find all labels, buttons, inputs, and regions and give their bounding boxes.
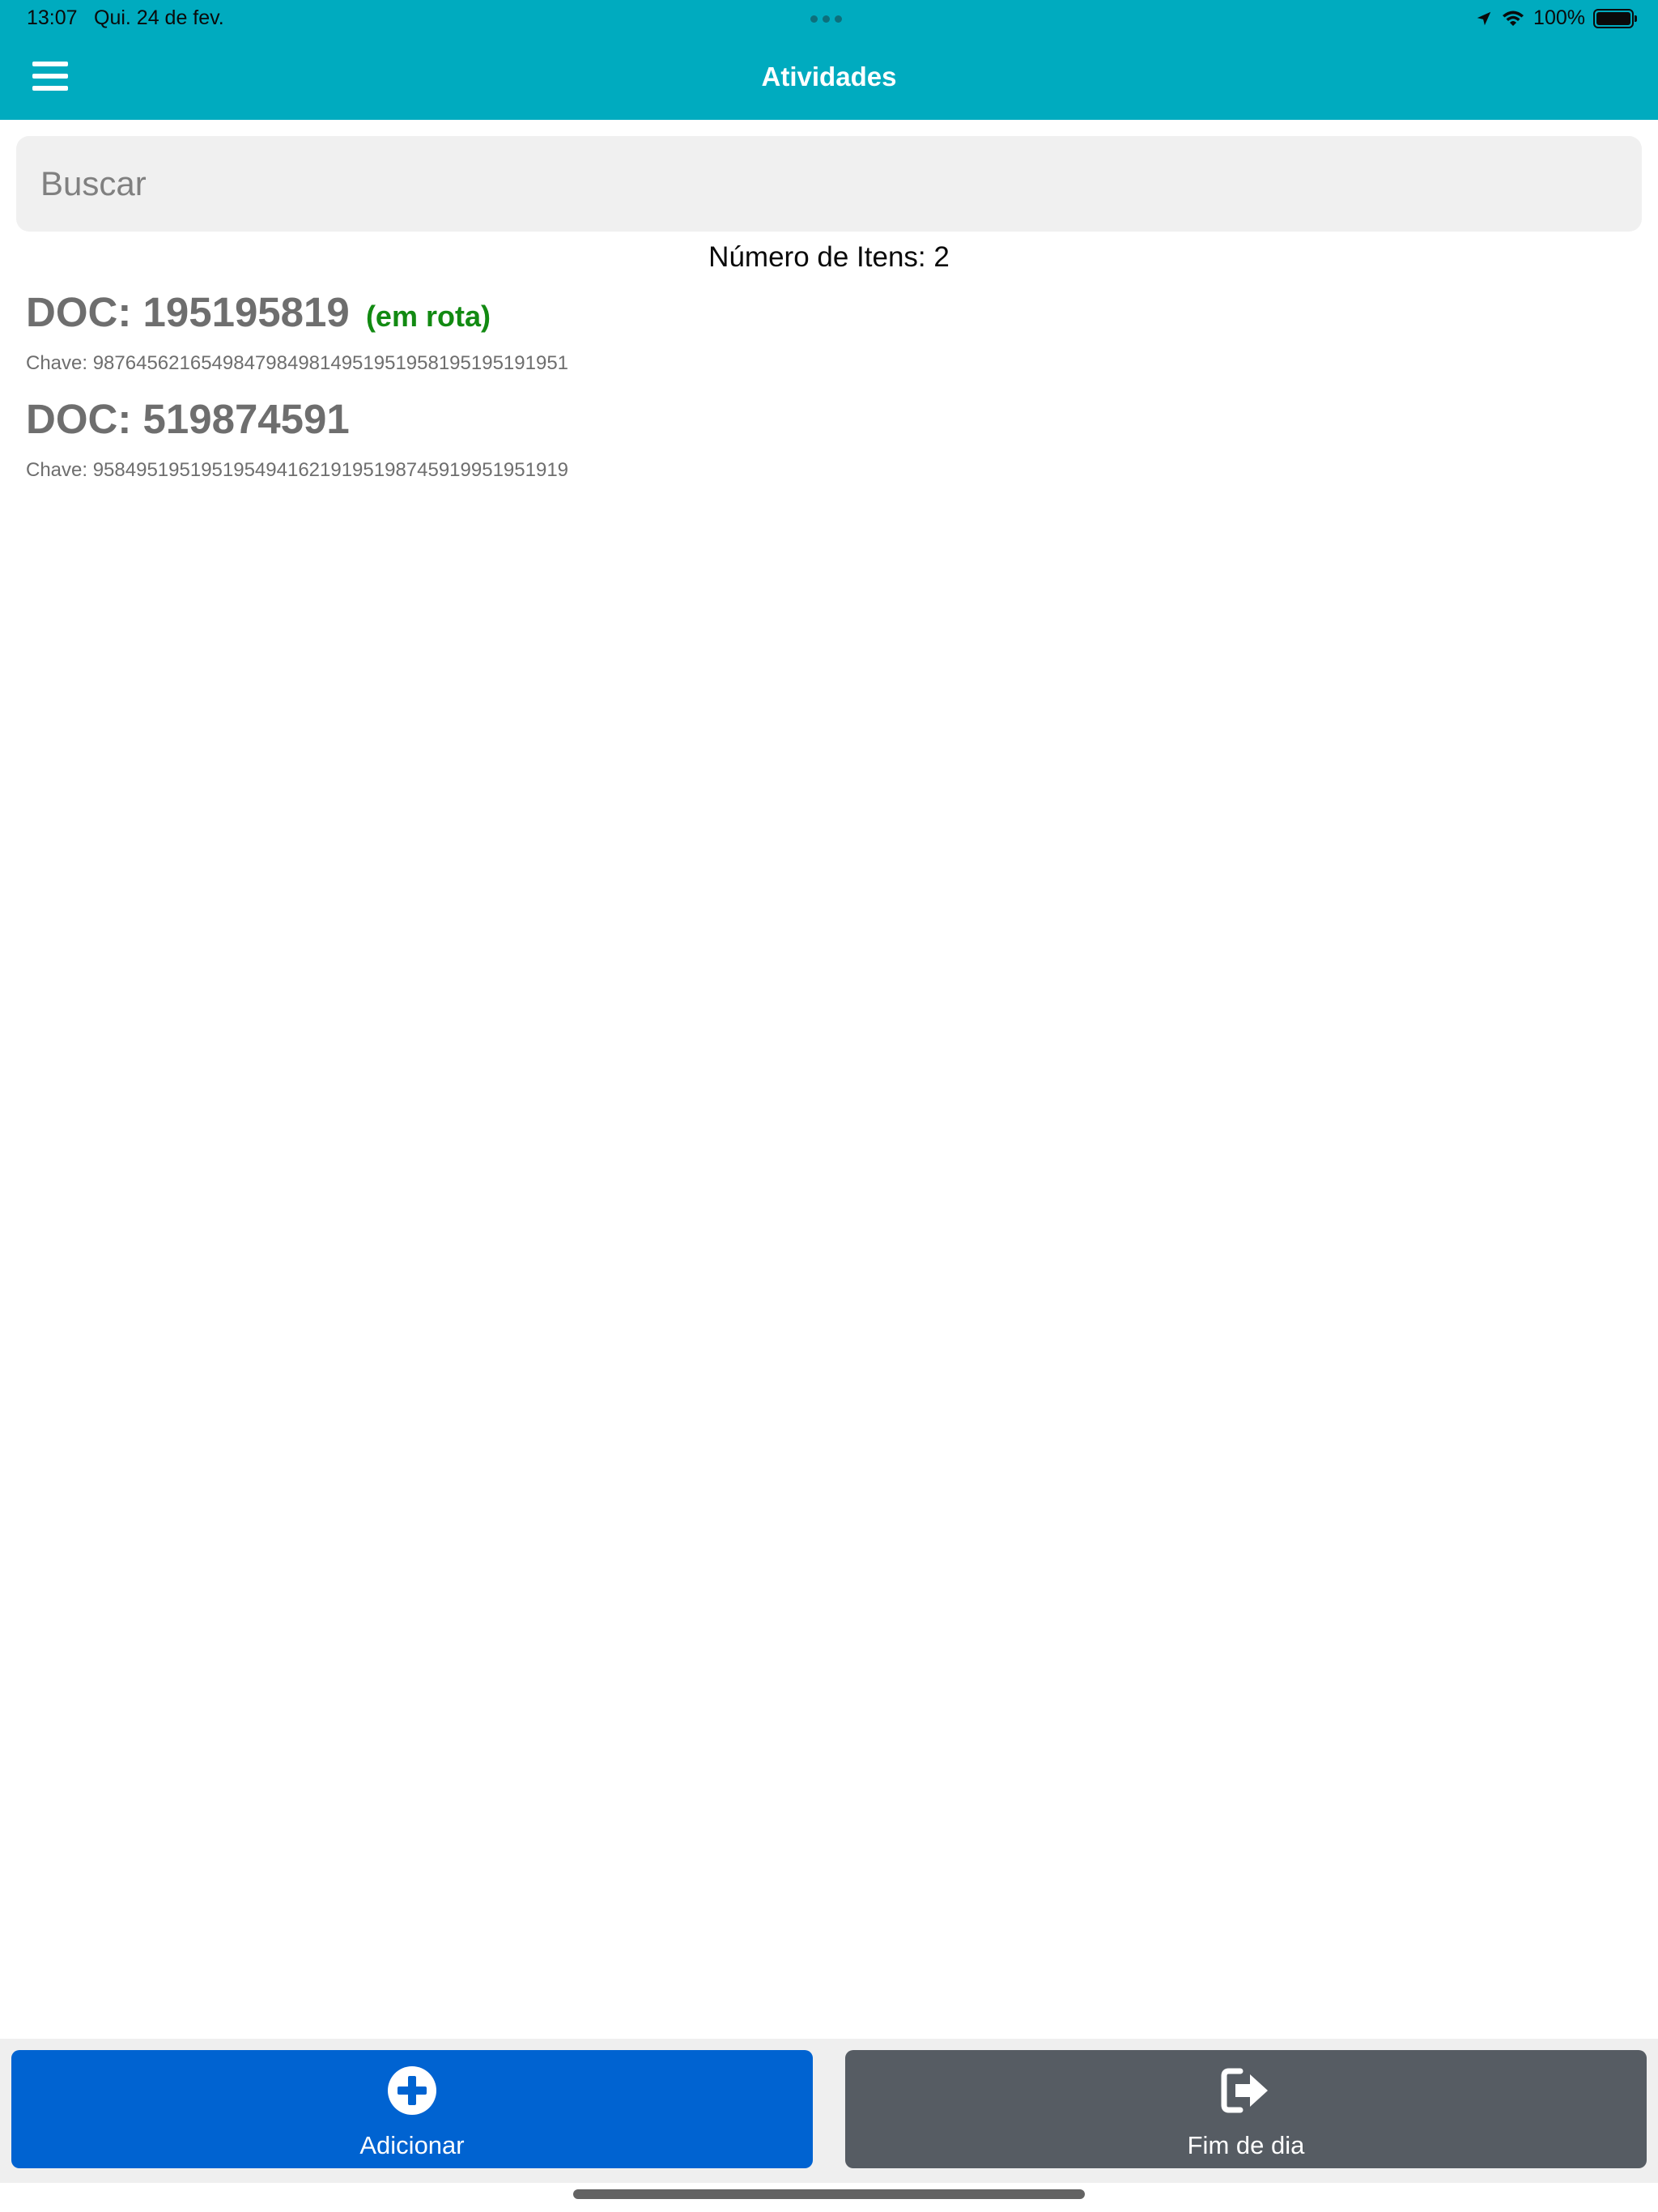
end-day-button-label: Fim de dia	[1187, 2131, 1305, 2159]
doc-key: Chave: 987645621654984798498149519519581…	[26, 352, 569, 374]
status-time: 13:07	[27, 6, 78, 29]
status-date: Qui. 24 de fev.	[94, 6, 224, 29]
list-item[interactable]: DOC: 195195819 (em rota) Chave: 98764562…	[26, 288, 1637, 375]
add-button[interactable]: Adicionar	[11, 2050, 813, 2168]
navigation-bar: Atividades	[0, 39, 1658, 120]
doc-key: Chave: 958495195195195494162191951987459…	[26, 459, 569, 481]
wifi-icon	[1503, 11, 1524, 26]
battery-icon	[1593, 8, 1637, 28]
location-arrow-icon	[1477, 11, 1491, 25]
doc-number: DOC: 519874591	[26, 395, 1637, 448]
app-screen: 13:07 Qui. 24 de fev. 100% Atividades Bu…	[0, 0, 1658, 2212]
multitasking-dots-icon[interactable]	[810, 15, 842, 23]
list-item[interactable]: DOC: 519874591 Chave: 958495195195195494…	[26, 395, 1637, 482]
item-count: Número de Itens: 2	[708, 241, 950, 273]
end-day-button[interactable]: Fim de dia	[845, 2050, 1647, 2168]
doc-title-text: DOC: 195195819	[26, 289, 350, 335]
battery-percent: 100%	[1533, 6, 1585, 29]
sign-out-icon	[1221, 2068, 1268, 2113]
page-title: Atividades	[761, 62, 897, 91]
status-indicators: 100%	[1475, 6, 1637, 30]
home-indicator[interactable]	[573, 2189, 1085, 2199]
status-bar: 13:07 Qui. 24 de fev. 100%	[0, 0, 1658, 39]
status-badge: (em rota)	[365, 300, 491, 333]
doc-title-text: DOC: 519874591	[26, 396, 350, 442]
doc-number: DOC: 195195819 (em rota)	[26, 288, 1637, 341]
search-input[interactable]	[16, 136, 1642, 232]
add-button-label: Adicionar	[359, 2131, 465, 2159]
header: 13:07 Qui. 24 de fev. 100% Atividades	[0, 0, 1658, 120]
plus-circle-icon	[388, 2066, 436, 2115]
bottom-toolbar: Adicionar Fim de dia	[0, 2039, 1658, 2183]
